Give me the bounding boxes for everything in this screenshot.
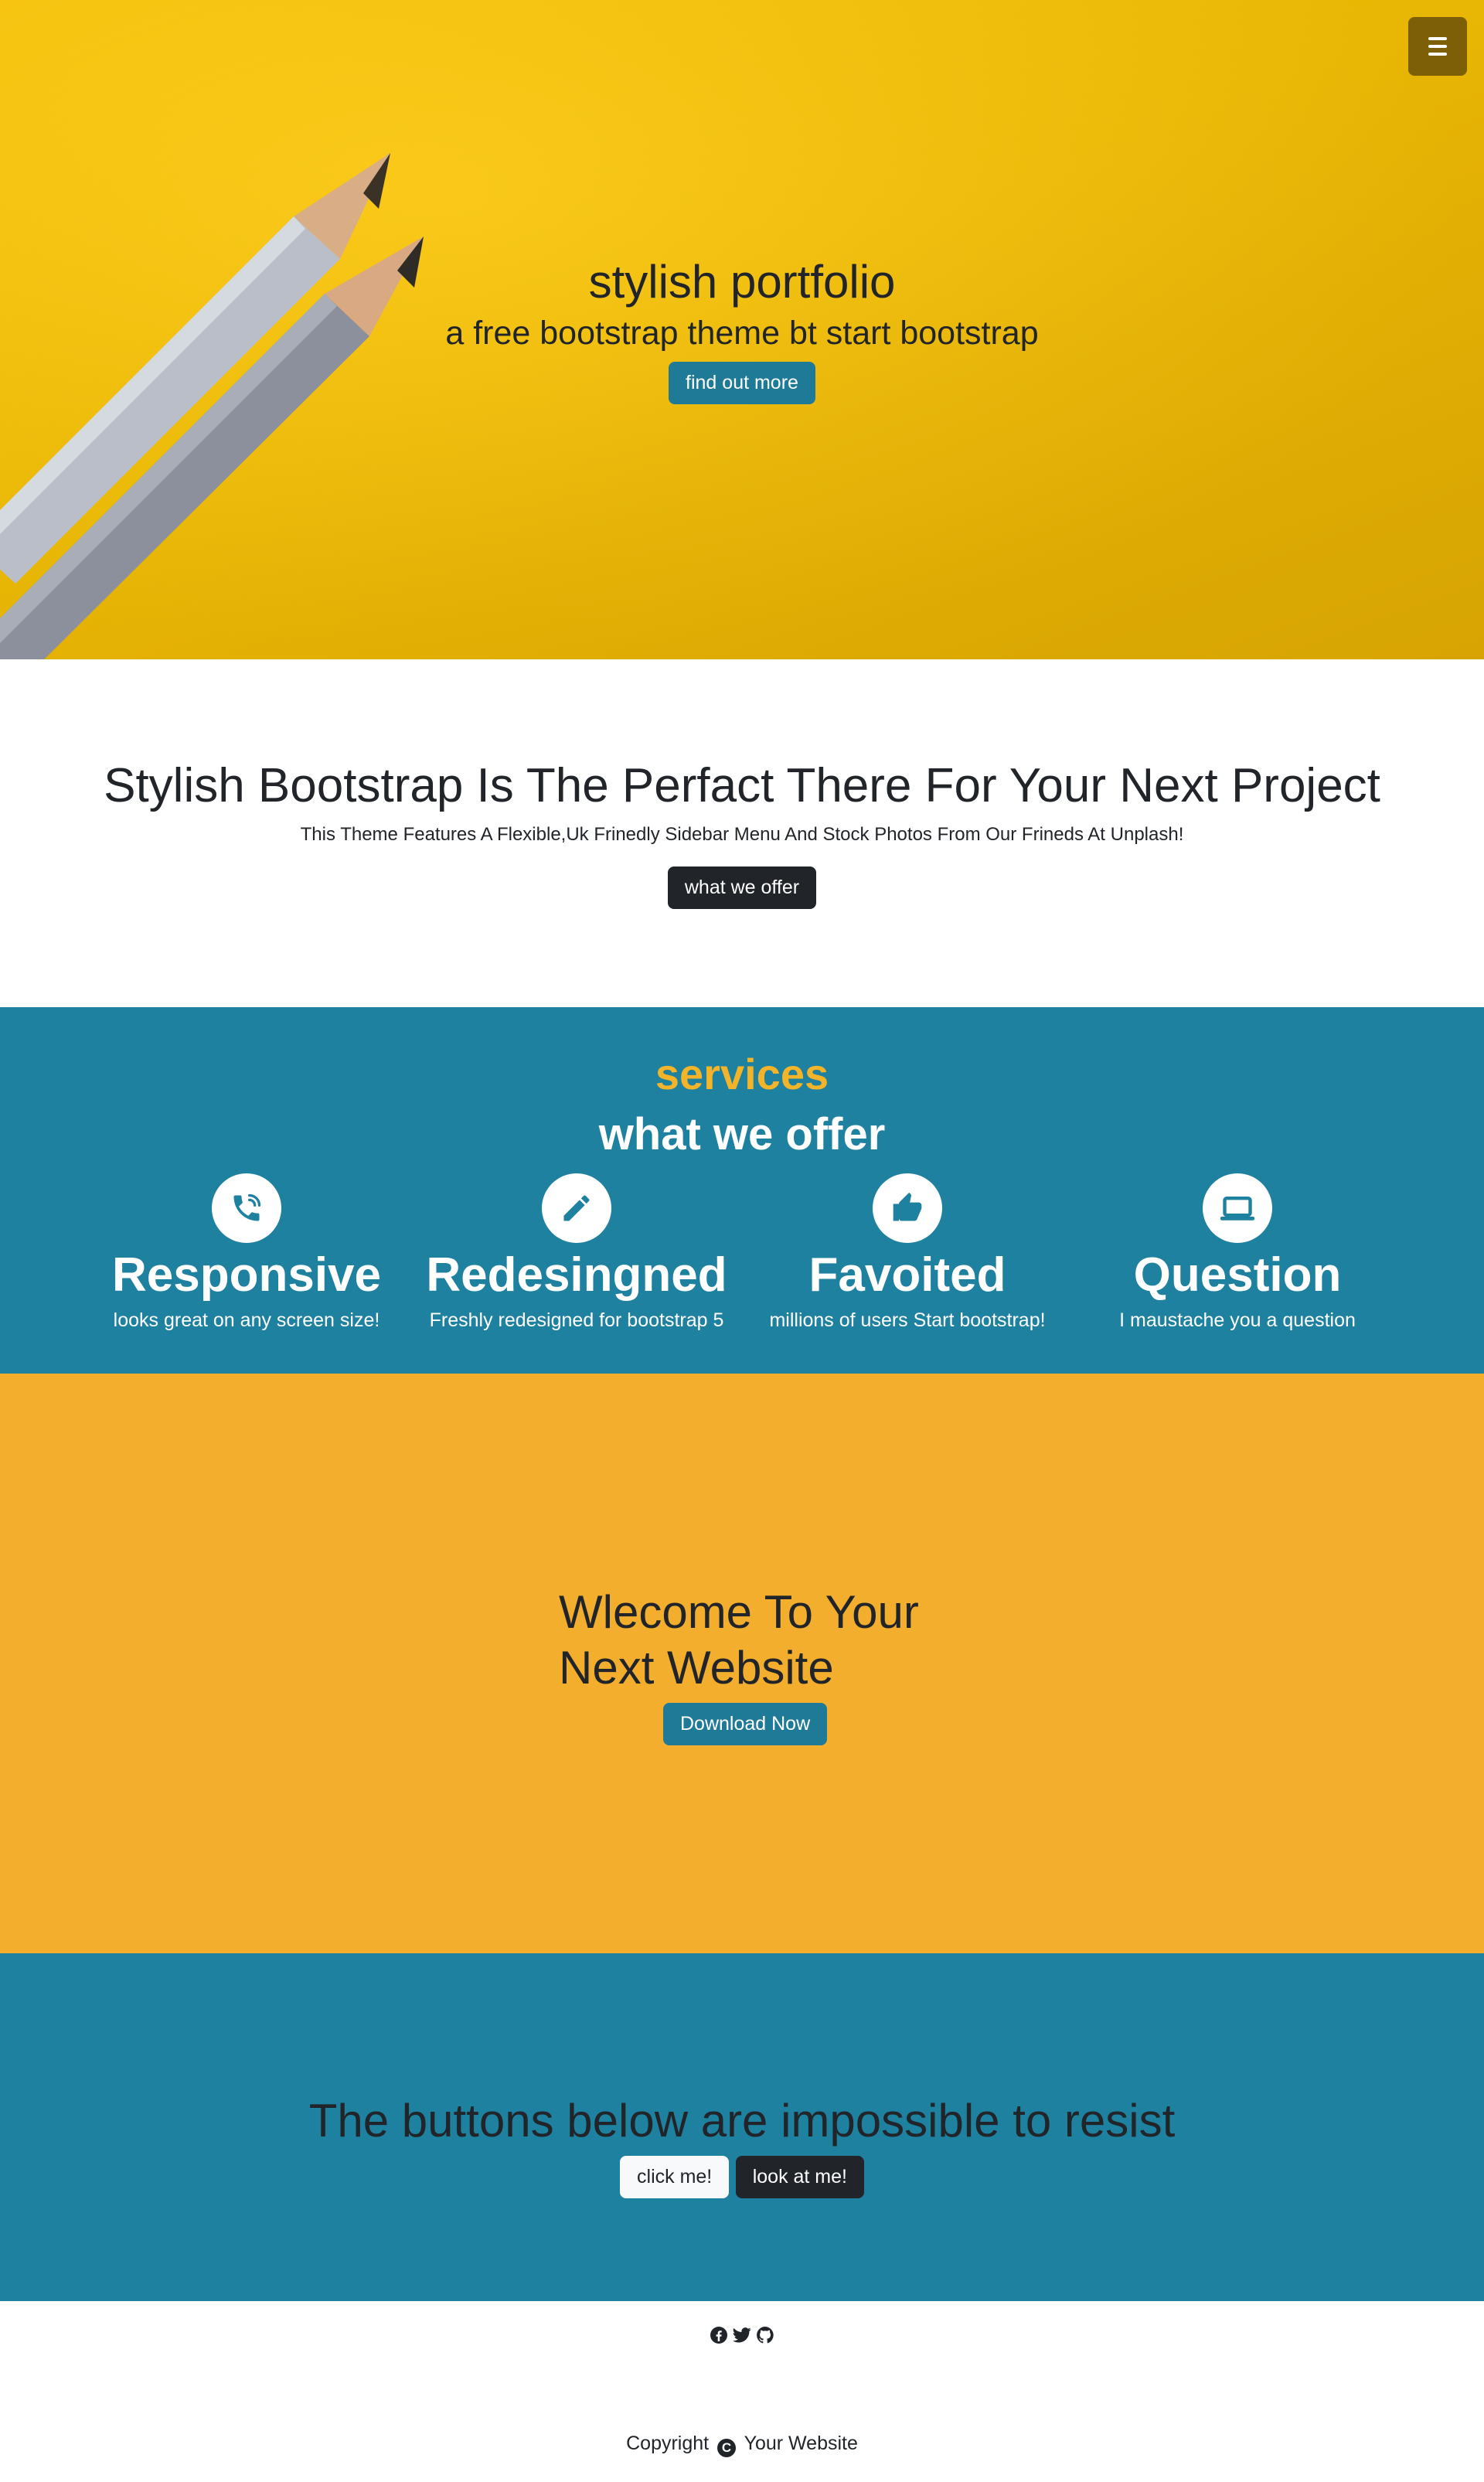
hamburger-menu-icon — [1428, 35, 1447, 58]
what-we-offer-button[interactable]: what we offer — [667, 866, 817, 909]
hero-title: stylish portfolio — [588, 256, 896, 308]
phone-icon — [212, 1173, 281, 1243]
pencil-icon — [542, 1173, 611, 1243]
find-out-more-button[interactable]: find out more — [669, 362, 815, 404]
cta-buttons: click me! look at me! — [0, 2156, 1484, 2198]
github-icon[interactable] — [756, 2326, 774, 2344]
about-section: Stylish Bootstrap Is The Perfact There F… — [0, 659, 1484, 1007]
copyright-icon: C — [717, 2439, 737, 2457]
service-text: Freshly redesigned for bootstrap 5 — [429, 1309, 724, 1331]
download-now-button[interactable]: Download Now — [663, 1703, 828, 1745]
services-row: Responsive looks great on any screen siz… — [0, 1173, 1484, 1359]
services-eyebrow: services — [655, 1050, 829, 1098]
callout-title-line1: Wlecome To Your — [559, 1586, 919, 1638]
look-at-me-button[interactable]: look at me! — [735, 2156, 864, 2198]
copyright-owner: Your Website — [744, 2433, 858, 2454]
hero-subtitle: a free bootstrap theme bt start bootstra… — [445, 315, 1039, 352]
facebook-icon[interactable] — [710, 2326, 728, 2344]
copyright-prefix: Copyright — [626, 2433, 710, 2454]
service-title: Redesingned — [426, 1248, 727, 1302]
social-links — [0, 2326, 1484, 2344]
footer: Copyright C Your Website — [0, 2301, 1484, 2482]
service-title: Favoited — [808, 1248, 1006, 1302]
callout-title-line2: Next Website — [559, 1642, 834, 1694]
laptop-icon — [1203, 1173, 1272, 1243]
services-heading: what we offer — [598, 1109, 886, 1159]
service-title: Responsive — [111, 1248, 382, 1302]
hero-content: stylish portfolio a free bootstrap theme… — [0, 254, 1484, 404]
service-text: millions of users Start bootstrap! — [769, 1309, 1046, 1331]
copyright-text: Copyright C Your Website — [0, 2433, 1484, 2457]
service-item-responsive: Responsive looks great on any screen siz… — [84, 1173, 409, 1333]
callout-section: Wlecome To Your Next Website Download No… — [0, 1374, 1484, 1953]
service-item-favorited: Favoited millions of users Start bootstr… — [745, 1173, 1070, 1333]
service-text: I maustache you a question — [1119, 1309, 1356, 1331]
hero-section: stylish portfolio a free bootstrap theme… — [0, 0, 1484, 659]
service-item-redesigned: Redesingned Freshly redesigned for boots… — [414, 1173, 739, 1333]
thumbs-up-icon — [873, 1173, 942, 1243]
service-text: looks great on any screen size! — [113, 1309, 380, 1331]
cta-title: The buttons below are impossible to resi… — [308, 2095, 1176, 2147]
twitter-icon[interactable] — [733, 2326, 751, 2344]
service-item-question: Question I maustache you a question — [1075, 1173, 1400, 1333]
about-text: This Theme Features A Flexible,Uk Frined… — [300, 824, 1184, 845]
call-to-action-section: The buttons below are impossible to resi… — [0, 1953, 1484, 2301]
about-title: Stylish Bootstrap Is The Perfact There F… — [104, 759, 1380, 812]
services-section: services what we offer Responsive looks … — [0, 1007, 1484, 1374]
service-title: Question — [1133, 1248, 1342, 1302]
click-me-button[interactable]: click me! — [620, 2156, 730, 2198]
callout-title: Wlecome To Your Next Website — [559, 1585, 961, 1696]
menu-toggle-button[interactable] — [1408, 17, 1467, 76]
